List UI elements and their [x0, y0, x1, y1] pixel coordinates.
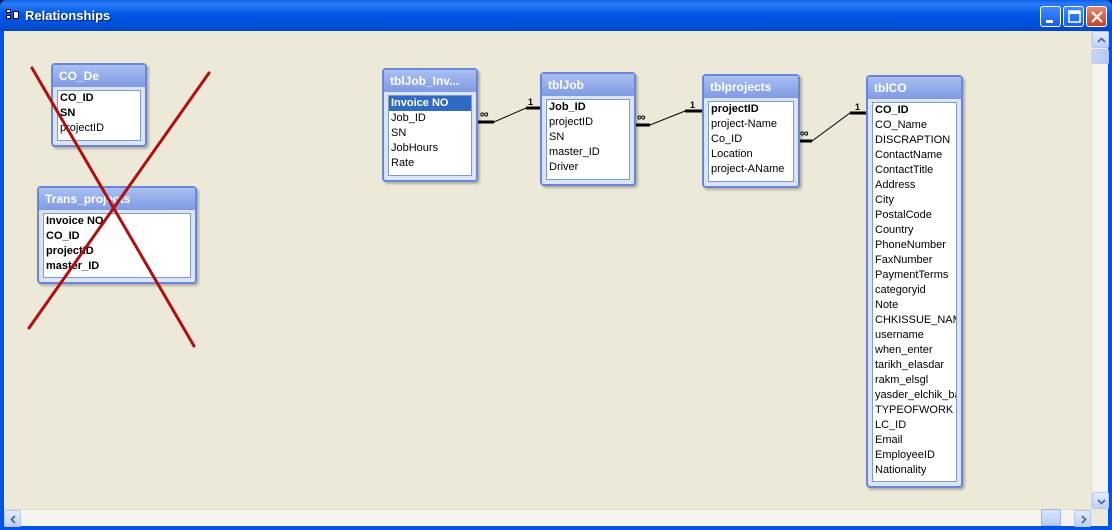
relationships-window: Relationships ∞ 1 ∞ 1 ∞ 1 CO_De CO_ID SN…	[0, 0, 1112, 530]
field-item[interactable]: Job_ID	[389, 111, 471, 126]
table-tbljob[interactable]: tblJob Job_ID projectID SN master_ID Dri…	[540, 72, 636, 186]
field-item[interactable]: CO_ID	[58, 91, 140, 106]
field-item[interactable]: yasder_elchik_ba	[873, 388, 956, 403]
minimize-icon	[1046, 20, 1053, 23]
field-item[interactable]: categoryid	[873, 283, 956, 298]
field-item[interactable]: PostalCode	[873, 208, 956, 223]
table-title[interactable]: tblJob_Inv...	[384, 70, 476, 92]
field-item[interactable]: Address	[873, 178, 956, 193]
maximize-icon	[1068, 10, 1081, 23]
field-item[interactable]: projectID	[709, 102, 793, 117]
vertical-scroll-thumb[interactable]	[1092, 49, 1109, 64]
field-item[interactable]: SN	[547, 130, 629, 145]
field-item[interactable]: Country	[873, 223, 956, 238]
close-icon	[1091, 11, 1103, 23]
scroll-down-button[interactable]	[1092, 492, 1109, 509]
field-item[interactable]: JobHours	[389, 141, 471, 156]
many-label: ∞	[637, 110, 646, 124]
field-item[interactable]: rakm_elsgl	[873, 373, 956, 388]
field-item[interactable]: CO_ID	[44, 229, 190, 244]
field-item[interactable]: LC_ID	[873, 418, 956, 433]
field-item[interactable]: City	[873, 193, 956, 208]
field-item[interactable]: master_ID	[44, 259, 190, 274]
field-item[interactable]: Invoice NO	[44, 214, 190, 229]
vertical-scrollbar[interactable]	[1091, 31, 1109, 509]
field-item[interactable]: CO_Name	[873, 118, 956, 133]
field-item[interactable]: ContactTitle	[873, 163, 956, 178]
table-title[interactable]: Trans_projects	[39, 188, 195, 210]
scroll-up-button[interactable]	[1092, 31, 1109, 48]
many-label: ∞	[800, 126, 809, 140]
field-item[interactable]: project-Name	[709, 117, 793, 132]
field-item[interactable]: projectID	[44, 244, 190, 259]
relationship-line-projects-co	[799, 112, 866, 142]
table-title[interactable]: tblCO	[868, 77, 961, 99]
field-item[interactable]: Driver	[547, 160, 629, 175]
field-item[interactable]: PaymentTerms	[873, 268, 956, 283]
table-title[interactable]: tblprojects	[704, 76, 798, 98]
window-title: Relationships	[25, 8, 111, 23]
table-co-de[interactable]: CO_De CO_ID SN projectID	[51, 63, 147, 147]
one-label: 1	[855, 102, 861, 112]
arrow-up-icon	[1097, 37, 1106, 43]
table-tbljob-inv[interactable]: tblJob_Inv... Invoice NO Job_ID SN JobHo…	[382, 68, 478, 182]
field-item[interactable]: Rate	[389, 156, 471, 171]
relationships-app-icon[interactable]	[6, 9, 20, 21]
field-item[interactable]: SN	[58, 106, 140, 121]
horizontal-scrollbar[interactable]	[4, 509, 1091, 527]
field-item[interactable]: CO_ID	[873, 103, 956, 118]
field-item[interactable]: Invoice NO	[389, 96, 471, 111]
one-label: 1	[690, 100, 696, 110]
field-item[interactable]: Location	[709, 147, 793, 162]
arrow-left-icon	[10, 515, 16, 524]
field-item[interactable]: Email	[873, 433, 956, 448]
field-item[interactable]: CHKISSUE_NAME	[873, 313, 956, 328]
field-item[interactable]: DISCRAPTION	[873, 133, 956, 148]
field-item[interactable]: ContactName	[873, 148, 956, 163]
field-item[interactable]: PhoneNumber	[873, 238, 956, 253]
field-item[interactable]: project-AName	[709, 162, 793, 177]
title-bar[interactable]: Relationships	[0, 0, 1112, 31]
field-item[interactable]: TYPEOFWORK	[873, 403, 956, 418]
arrow-down-icon	[1097, 499, 1106, 505]
field-item[interactable]: FaxNumber	[873, 253, 956, 268]
table-title[interactable]: CO_De	[53, 65, 145, 87]
field-list[interactable]: Job_ID projectID SN master_ID Driver	[546, 99, 630, 180]
field-item[interactable]: EmployeeID	[873, 448, 956, 463]
field-item[interactable]: SN	[389, 126, 471, 141]
field-list[interactable]: Invoice NO Job_ID SN JobHours Rate	[388, 95, 472, 176]
field-item[interactable]: master_ID	[547, 145, 629, 160]
one-label: 1	[528, 97, 534, 107]
minimize-button[interactable]	[1040, 6, 1061, 27]
table-tblco[interactable]: tblCO CO_ID CO_Name DISCRAPTION ContactName…	[866, 75, 963, 488]
close-button[interactable]	[1086, 6, 1107, 27]
arrow-right-icon	[1081, 515, 1087, 524]
horizontal-scroll-thumb[interactable]	[1041, 509, 1061, 526]
field-list[interactable]: CO_ID CO_Name DISCRAPTION ContactName Contac…	[872, 102, 957, 482]
field-item[interactable]: when_enter	[873, 343, 956, 358]
field-item[interactable]: Note	[873, 298, 956, 313]
field-item[interactable]: projectID	[58, 121, 140, 136]
field-item[interactable]: Co_ID	[709, 132, 793, 147]
field-item[interactable]: Nationality	[873, 463, 956, 478]
field-item[interactable]: username	[873, 328, 956, 343]
many-label: ∞	[480, 107, 489, 121]
field-list[interactable]: Invoice NO CO_ID projectID master_ID	[43, 213, 191, 278]
field-item[interactable]: Job_ID	[547, 100, 629, 115]
table-tblprojects[interactable]: tblprojects projectID project-Name Co_ID…	[702, 74, 800, 188]
field-list[interactable]: CO_ID SN projectID	[57, 90, 141, 141]
field-item[interactable]: tarikh_elasdar	[873, 358, 956, 373]
maximize-button[interactable]	[1063, 6, 1084, 27]
table-title[interactable]: tblJob	[542, 74, 634, 96]
scrollbar-corner	[1091, 509, 1108, 526]
scroll-left-button[interactable]	[4, 510, 21, 527]
field-item[interactable]: projectID	[547, 115, 629, 130]
scroll-right-button[interactable]	[1074, 510, 1091, 527]
table-trans-projects[interactable]: Trans_projects Invoice NO CO_ID projectI…	[37, 186, 197, 284]
field-list[interactable]: projectID project-Name Co_ID Location pr…	[708, 101, 794, 182]
relationships-canvas[interactable]: ∞ 1 ∞ 1 ∞ 1 CO_De CO_ID SN projectID Tra…	[4, 31, 1109, 527]
